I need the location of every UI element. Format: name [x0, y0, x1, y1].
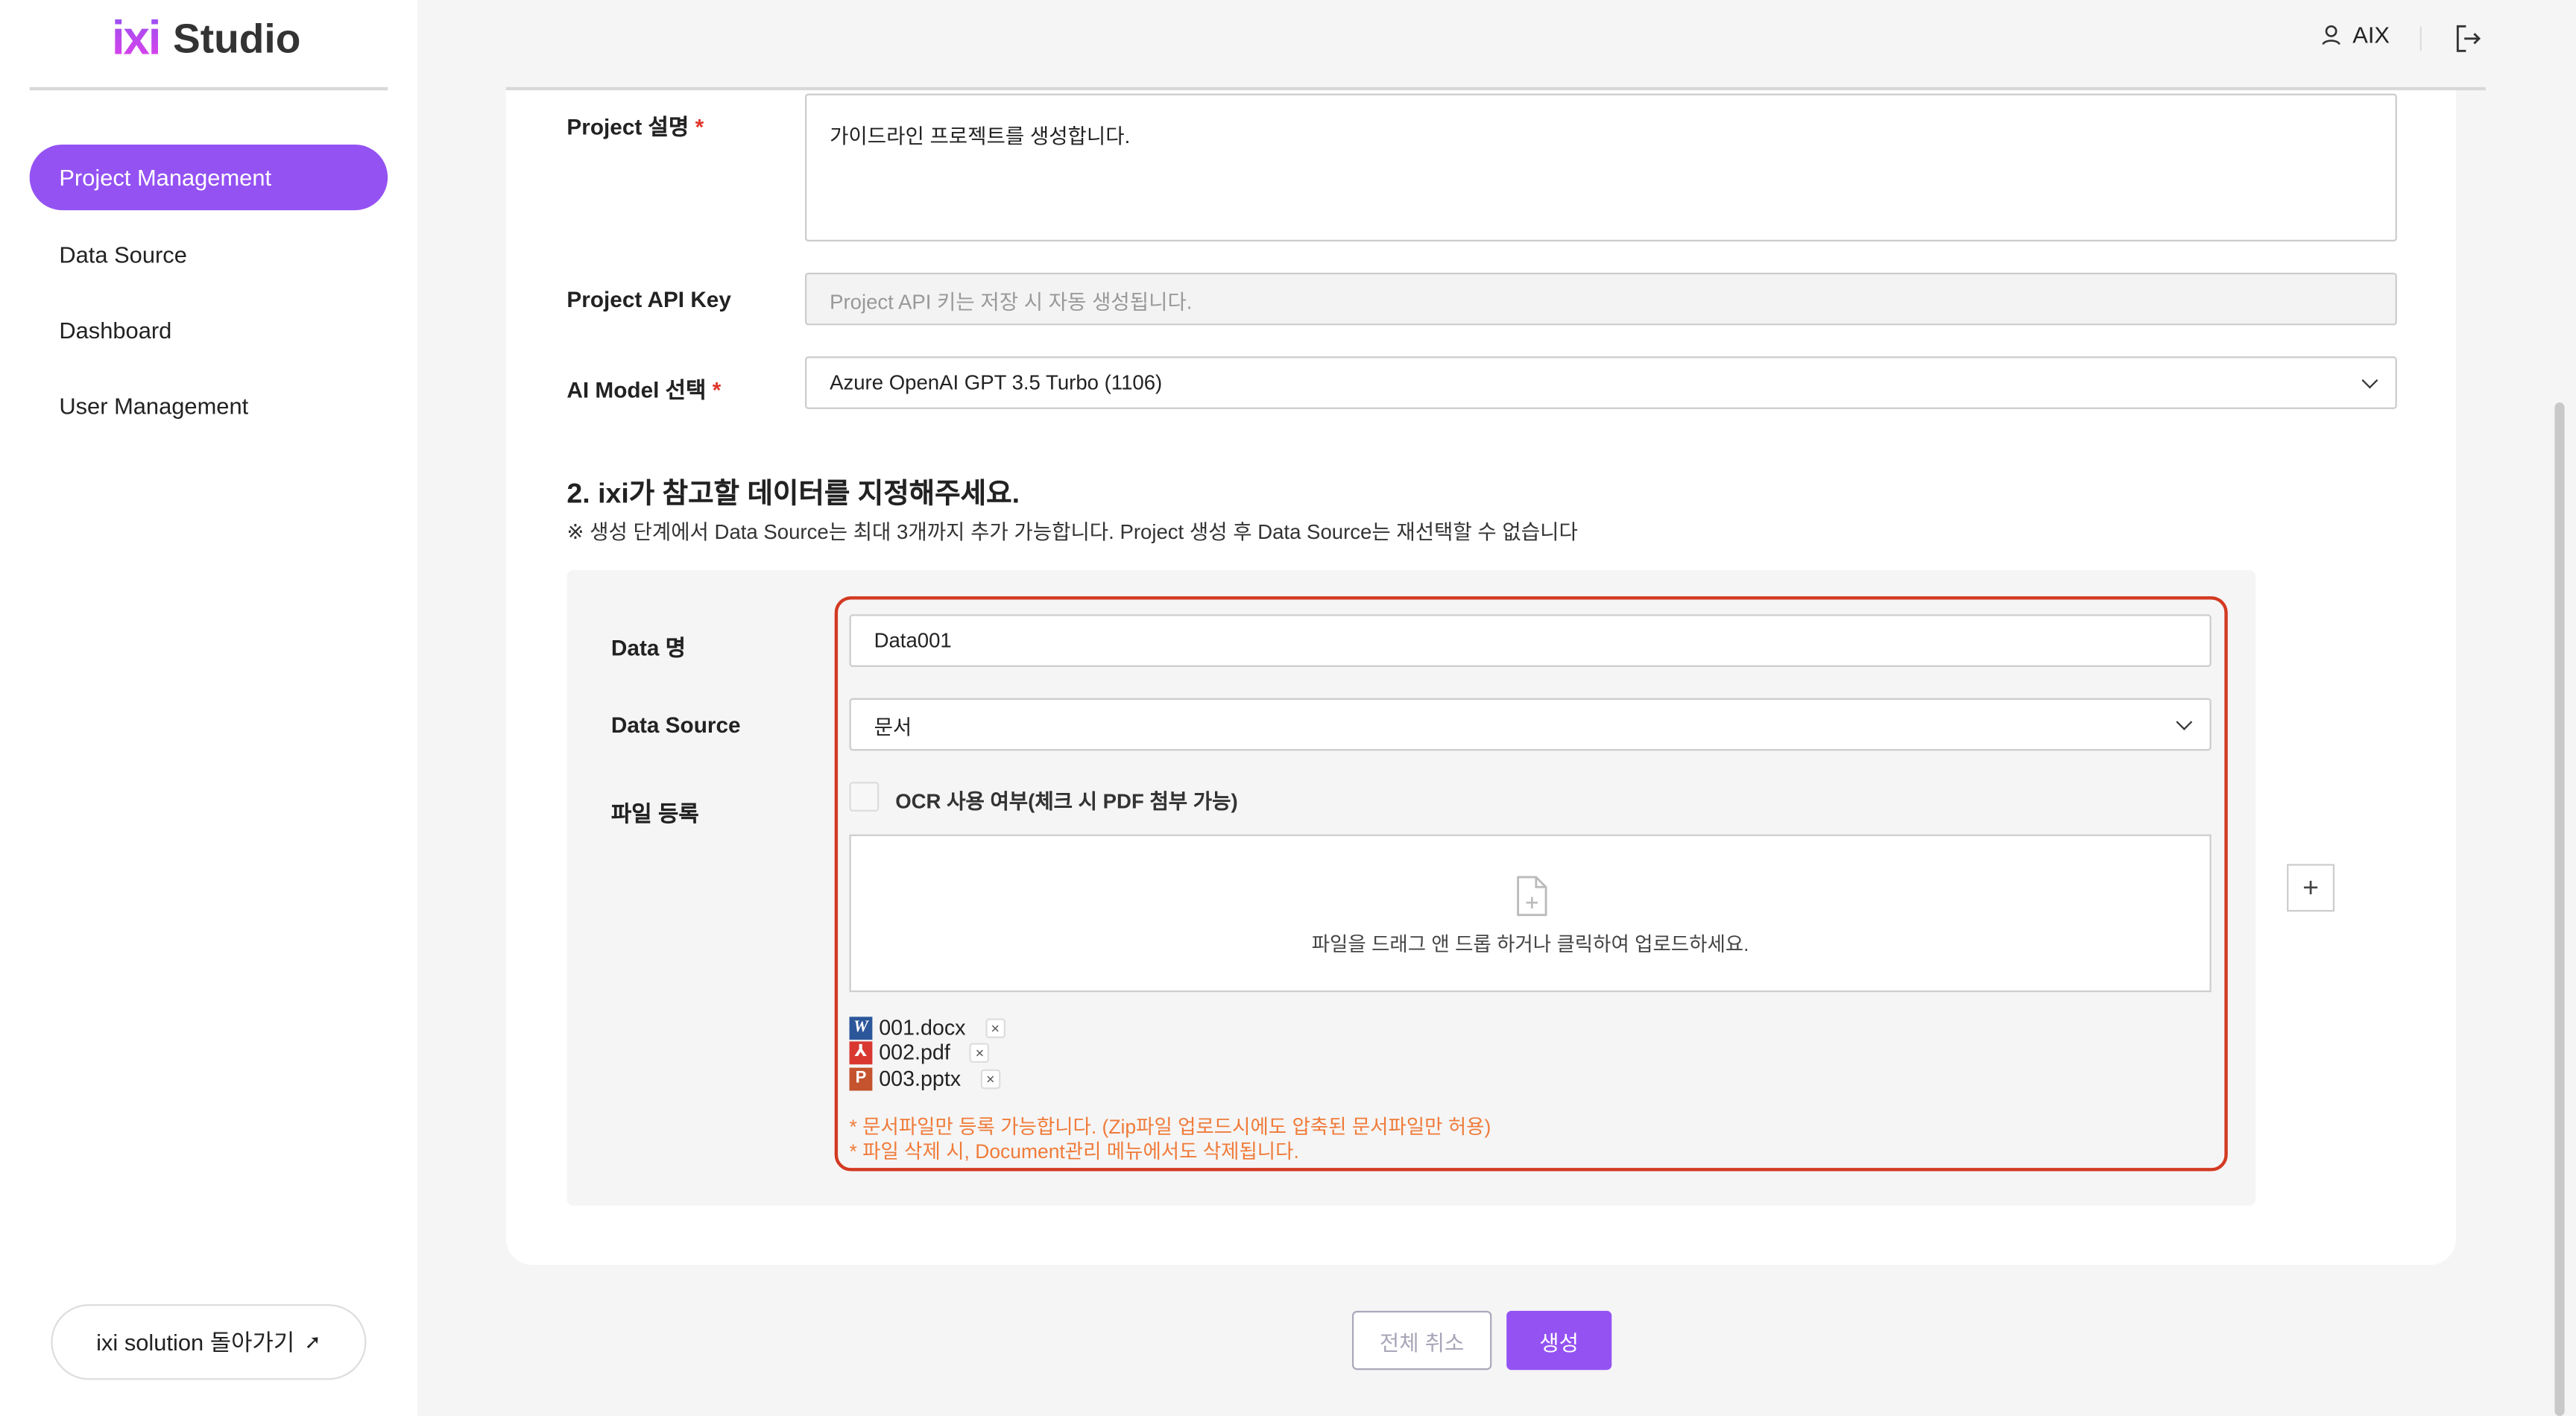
logout-icon[interactable] [2455, 25, 2482, 52]
remove-file-button[interactable]: × [980, 1068, 1001, 1089]
file-add-icon [1517, 876, 1547, 917]
api-key-label: Project API Key [566, 287, 731, 312]
chevron-down-icon [2361, 372, 2378, 389]
logo-mark: ixi [112, 13, 162, 68]
file-item: P 003.pptx × [849, 1066, 1001, 1091]
sidebar-item-user-management[interactable]: User Management [30, 373, 388, 438]
sidebar-item-label: User Management [59, 392, 249, 420]
file-name: 001.docx [879, 1015, 966, 1040]
data-name-input[interactable]: Data001 [849, 614, 2212, 667]
file-item: ⅄ 002.pdf × [849, 1040, 990, 1065]
sidebar-item-data-source[interactable]: Data Source [30, 222, 388, 288]
logo[interactable]: ixi Studio [112, 13, 301, 68]
sidebar: ixi Studio Project Management Data Source… [0, 0, 417, 1416]
ocr-checkbox[interactable] [849, 782, 880, 812]
back-label: ixi solution 돌아가기 [96, 1329, 295, 1356]
user-menu[interactable]: AIX [2320, 22, 2390, 48]
plus-icon: + [2302, 871, 2320, 903]
file-dropzone[interactable]: 파일을 드래그 앤 드롭 하거나 클릭하여 업로드하세요. [849, 834, 2212, 993]
divider [29, 86, 388, 91]
user-name: AIX [2352, 21, 2390, 48]
sidebar-item-label: Project Management [59, 164, 272, 191]
create-button[interactable]: 생성 [1506, 1310, 1612, 1371]
sidebar-item-label: Dashboard [59, 317, 172, 344]
remove-file-button[interactable]: × [985, 1017, 1006, 1037]
file-item: W 001.docx × [849, 1015, 1006, 1040]
add-data-source-button[interactable]: + [2287, 864, 2335, 912]
section-title: 2. ixi가 참고할 데이터를 지정해주세요. [566, 478, 1020, 510]
data-name-label: Data 명 [610, 635, 686, 661]
sidebar-item-dashboard[interactable]: Dashboard [30, 297, 388, 363]
powerpoint-file-icon: P [849, 1066, 873, 1090]
api-key-input[interactable]: Project API 키는 저장 시 자동 생성됩니다. [805, 272, 2397, 326]
cancel-all-button[interactable]: 전체 취소 [1351, 1310, 1492, 1371]
header-separator [2419, 26, 2422, 51]
logo-text: Studio [172, 16, 301, 63]
file-name: 003.pptx [879, 1066, 962, 1091]
cursor-icon: ➚ [304, 1330, 321, 1354]
delete-note: * 파일 삭제 시, Document관리 메뉴에서도 삭제됩니다. [849, 1140, 1299, 1163]
ai-model-label: AI Model 선택 * [566, 377, 722, 403]
file-upload-label: 파일 등록 [610, 801, 699, 826]
sidebar-item-label: Data Source [59, 241, 187, 268]
user-icon [2322, 25, 2340, 45]
word-file-icon: W [849, 1016, 873, 1040]
ocr-label: OCR 사용 여부(체크 시 PDF 첨부 가능) [895, 790, 1238, 814]
data-source-label: Data Source [610, 712, 741, 738]
file-name: 002.pdf [879, 1040, 950, 1065]
scrollbar[interactable] [2554, 402, 2565, 1416]
desc-value: 가이드라인 프로젝트를 생성합니다. [830, 124, 1131, 148]
chevron-down-icon [2176, 714, 2193, 730]
project-description-textarea[interactable]: 가이드라인 프로젝트를 생성합니다. [805, 93, 2397, 242]
data-name-value: Data001 [874, 629, 952, 653]
back-to-solution-button[interactable]: ixi solution 돌아가기 ➚ [51, 1304, 367, 1380]
upload-note: * 문서파일만 등록 가능합니다. (Zip파일 업로드시에도 압축된 문서파일… [849, 1115, 1491, 1139]
ai-model-value: Azure OpenAI GPT 3.5 Turbo (1106) [830, 371, 1163, 394]
api-key-placeholder: Project API 키는 저장 시 자동 생성됩니다. [830, 290, 1193, 313]
dropzone-text: 파일을 드래그 앤 드롭 하거나 클릭하여 업로드하세요. [1311, 932, 1749, 956]
pdf-file-icon: ⅄ [849, 1040, 873, 1064]
sidebar-item-project-management[interactable]: Project Management [29, 144, 388, 211]
remove-file-button[interactable]: × [970, 1042, 990, 1062]
ai-model-select[interactable]: Azure OpenAI GPT 3.5 Turbo (1106) [805, 356, 2397, 409]
data-source-value: 문서 [874, 715, 912, 739]
data-source-select[interactable]: 문서 [849, 698, 2212, 751]
desc-label: Project 설명 * [566, 115, 704, 140]
section-note: ※ 생성 단계에서 Data Source는 최대 3개까지 추가 가능합니다.… [566, 520, 1578, 544]
